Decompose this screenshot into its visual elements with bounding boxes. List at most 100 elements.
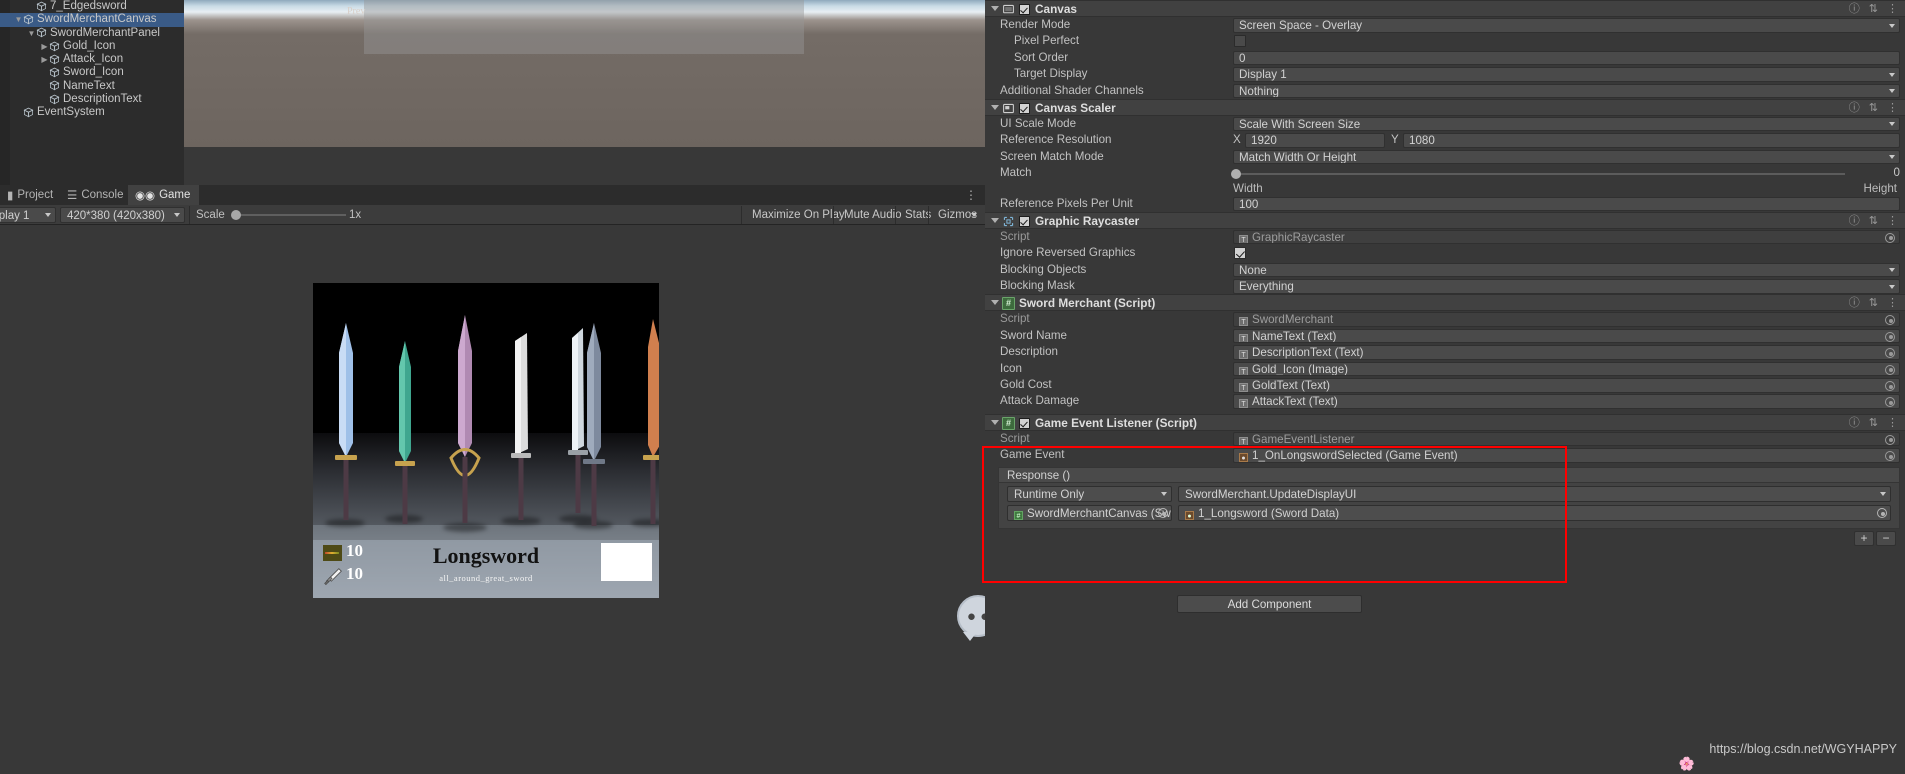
preset-icon[interactable]: ⇅ xyxy=(1869,415,1878,432)
component-header-icons[interactable]: ⓘ ⇅ ⋮ xyxy=(1840,415,1898,432)
component-enabled-checkbox[interactable] xyxy=(1019,4,1030,15)
gold-cost-object-field[interactable]: T GoldText (Text) xyxy=(1233,378,1900,393)
script-object-field[interactable]: T GameEventListener xyxy=(1233,431,1900,447)
component-enabled-checkbox[interactable] xyxy=(1019,417,1030,429)
script-object-field[interactable]: T SwordMerchant xyxy=(1233,312,1900,327)
reference-resolution-x-input[interactable]: 1920 xyxy=(1245,133,1385,148)
panel-tab-bar[interactable]: ▮ Project ☰ Console ◉◉ Game ⋮ xyxy=(0,185,985,205)
target-display-dropdown[interactable]: Display 1 xyxy=(1233,67,1900,82)
object-picker-icon[interactable] xyxy=(1885,315,1895,326)
foldout-triangle-icon[interactable] xyxy=(991,419,999,425)
response-add-remove-row[interactable]: + − xyxy=(998,530,1900,547)
help-icon[interactable]: ⓘ xyxy=(1849,295,1860,312)
tab-project[interactable]: ▮ Project xyxy=(0,185,62,205)
object-picker-icon[interactable] xyxy=(1885,364,1895,375)
hierarchy-list[interactable]: 7_Edgedsword ▼ SwordMerchantCanvas ▼ SwordMe… xyxy=(0,0,184,120)
script-object-field[interactable]: T GraphicRaycaster xyxy=(1233,229,1900,245)
foldout-triangle-icon[interactable] xyxy=(991,300,999,306)
sort-order-input[interactable]: 0 xyxy=(1233,50,1900,66)
twisty-icon[interactable] xyxy=(14,106,23,119)
object-picker-icon[interactable] xyxy=(1877,508,1887,519)
menu-icon[interactable]: ⋮ xyxy=(1887,295,1898,312)
match-slider-knob[interactable] xyxy=(1231,169,1241,180)
game-toolbar[interactable]: splay 1 420*380 (420x380) Scale 1x Maxim… xyxy=(0,205,985,225)
component-header-icons[interactable]: ⓘ ⇅ ⋮ xyxy=(1840,100,1898,117)
additional-shader-channels-dropdown[interactable]: Nothing xyxy=(1233,83,1900,99)
gizmos-chevron-down-icon[interactable] xyxy=(971,213,977,217)
attack-damage-object-field[interactable]: T AttackText (Text) xyxy=(1233,394,1900,409)
object-picker-icon[interactable] xyxy=(1885,232,1895,243)
twisty-icon[interactable]: ▼ xyxy=(14,13,23,26)
hierarchy-panel[interactable]: 7_Edgedsword ▼ SwordMerchantCanvas ▼ SwordMe… xyxy=(0,0,184,185)
component-header-sword-merchant-script-[interactable]: # Sword Merchant (Script) ⓘ ⇅ ⋮ xyxy=(985,294,1905,312)
foldout-triangle-icon[interactable] xyxy=(991,217,999,223)
panel-menu-icon[interactable]: ⋮ xyxy=(965,187,977,203)
twisty-icon[interactable] xyxy=(40,66,49,79)
menu-icon[interactable]: ⋮ xyxy=(1887,213,1898,230)
twisty-icon[interactable] xyxy=(27,0,36,13)
menu-icon[interactable]: ⋮ xyxy=(1887,100,1898,117)
twisty-icon[interactable]: ▶ xyxy=(40,40,49,53)
hierarchy-item-7_edgedsword[interactable]: 7_Edgedsword xyxy=(0,0,184,13)
icon-object-field[interactable]: T Gold_Icon (Image) xyxy=(1233,361,1900,377)
component-enabled-checkbox[interactable] xyxy=(1019,102,1030,114)
hierarchy-item-descriptiontext[interactable]: DescriptionText xyxy=(0,93,184,106)
help-icon[interactable]: ⓘ xyxy=(1849,1,1860,18)
component-header-icons[interactable]: ⓘ ⇅ ⋮ xyxy=(1840,1,1898,18)
response-target-object-field[interactable]: # SwordMerchantCanvas (Swo xyxy=(1007,504,1172,521)
hierarchy-item-attack_icon[interactable]: ▶ Attack_Icon xyxy=(0,53,184,66)
object-picker-icon[interactable] xyxy=(1885,381,1895,392)
match-slider-track[interactable] xyxy=(1237,173,1845,176)
hierarchy-item-nametext[interactable]: NameText xyxy=(0,80,184,93)
tab-console[interactable]: ☰ Console xyxy=(60,185,133,205)
menu-icon[interactable]: ⋮ xyxy=(1887,415,1898,432)
hierarchy-item-gold_icon[interactable]: ▶ Gold_Icon xyxy=(0,40,184,53)
screen-match-mode-dropdown[interactable]: Match Width Or Height xyxy=(1233,149,1900,165)
hierarchy-item-swordmerchantcanvas[interactable]: ▼ SwordMerchantCanvas xyxy=(0,13,184,27)
reference-resolution-y-input[interactable]: 1080 xyxy=(1403,133,1900,148)
scale-slider-track[interactable] xyxy=(236,214,346,216)
twisty-icon[interactable] xyxy=(40,80,49,93)
add-component-button[interactable]: Add Component xyxy=(1177,595,1362,613)
help-icon[interactable]: ⓘ xyxy=(1849,415,1860,432)
scale-slider-knob[interactable] xyxy=(231,210,241,220)
game-event-object-field[interactable]: ● 1_OnLongswordSelected (Game Event) xyxy=(1233,448,1900,463)
preset-icon[interactable]: ⇅ xyxy=(1869,100,1878,117)
twisty-icon[interactable] xyxy=(40,93,49,106)
preset-icon[interactable]: ⇅ xyxy=(1869,213,1878,230)
resolution-dropdown[interactable]: 420*380 (420x380) xyxy=(60,207,185,223)
response-argument-field[interactable]: ● 1_Longsword (Sword Data) xyxy=(1178,504,1891,521)
add-response-button[interactable]: + xyxy=(1854,530,1874,546)
twisty-icon[interactable]: ▼ xyxy=(27,27,36,40)
blocking-mask-dropdown[interactable]: Everything xyxy=(1233,279,1900,294)
component-header-graphic-raycaster[interactable]: Graphic Raycaster ⓘ ⇅ ⋮ xyxy=(985,211,1905,230)
render-mode-dropdown[interactable]: Screen Space - Overlay xyxy=(1233,18,1900,33)
remove-response-button[interactable]: − xyxy=(1876,530,1896,546)
preset-icon[interactable]: ⇅ xyxy=(1869,295,1878,312)
runtime-mode-dropdown[interactable]: Runtime Only xyxy=(1007,485,1172,502)
help-icon[interactable]: ⓘ xyxy=(1849,100,1860,117)
ignore-reversed-graphics-checkbox[interactable] xyxy=(1234,247,1246,260)
component-header-icons[interactable]: ⓘ ⇅ ⋮ xyxy=(1840,213,1898,230)
display-dropdown[interactable]: splay 1 xyxy=(0,207,56,223)
component-header-game-event-listener[interactable]: # Game Event Listener (Script) ⓘ ⇅ ⋮ xyxy=(985,413,1905,432)
inspector-panel[interactable]: Canvas ⓘ ⇅ ⋮ Render Mode Screen Space - Overl… xyxy=(985,0,1905,774)
component-header-canvas[interactable]: Canvas ⓘ ⇅ ⋮ xyxy=(985,0,1905,17)
object-picker-icon[interactable] xyxy=(1885,434,1895,445)
menu-icon[interactable]: ⋮ xyxy=(1887,1,1898,18)
object-picker-icon[interactable] xyxy=(1885,331,1895,342)
sword-name-object-field[interactable]: T NameText (Text) xyxy=(1233,328,1900,344)
hierarchy-item-swordmerchantpanel[interactable]: ▼ SwordMerchantPanel xyxy=(0,27,184,40)
inspector-components[interactable]: Canvas ⓘ ⇅ ⋮ Render Mode Screen Space - Overl… xyxy=(985,0,1905,547)
hierarchy-item-sword_icon[interactable]: Sword_Icon xyxy=(0,66,184,79)
twisty-icon[interactable]: ▶ xyxy=(40,53,49,66)
blocking-objects-dropdown[interactable]: None xyxy=(1233,262,1900,278)
object-picker-icon[interactable] xyxy=(1885,451,1895,462)
object-picker-icon[interactable] xyxy=(1885,348,1895,359)
ui-scale-mode-dropdown[interactable]: Scale With Screen Size xyxy=(1233,116,1900,132)
tab-game[interactable]: ◉◉ Game xyxy=(128,185,200,205)
object-picker-icon[interactable] xyxy=(1885,397,1895,408)
reference-pixels-per-unit-input[interactable]: 100 xyxy=(1233,196,1900,212)
component-header-icons[interactable]: ⓘ ⇅ ⋮ xyxy=(1840,295,1898,312)
response-function-dropdown[interactable]: SwordMerchant.UpdateDisplayUI xyxy=(1178,485,1891,502)
